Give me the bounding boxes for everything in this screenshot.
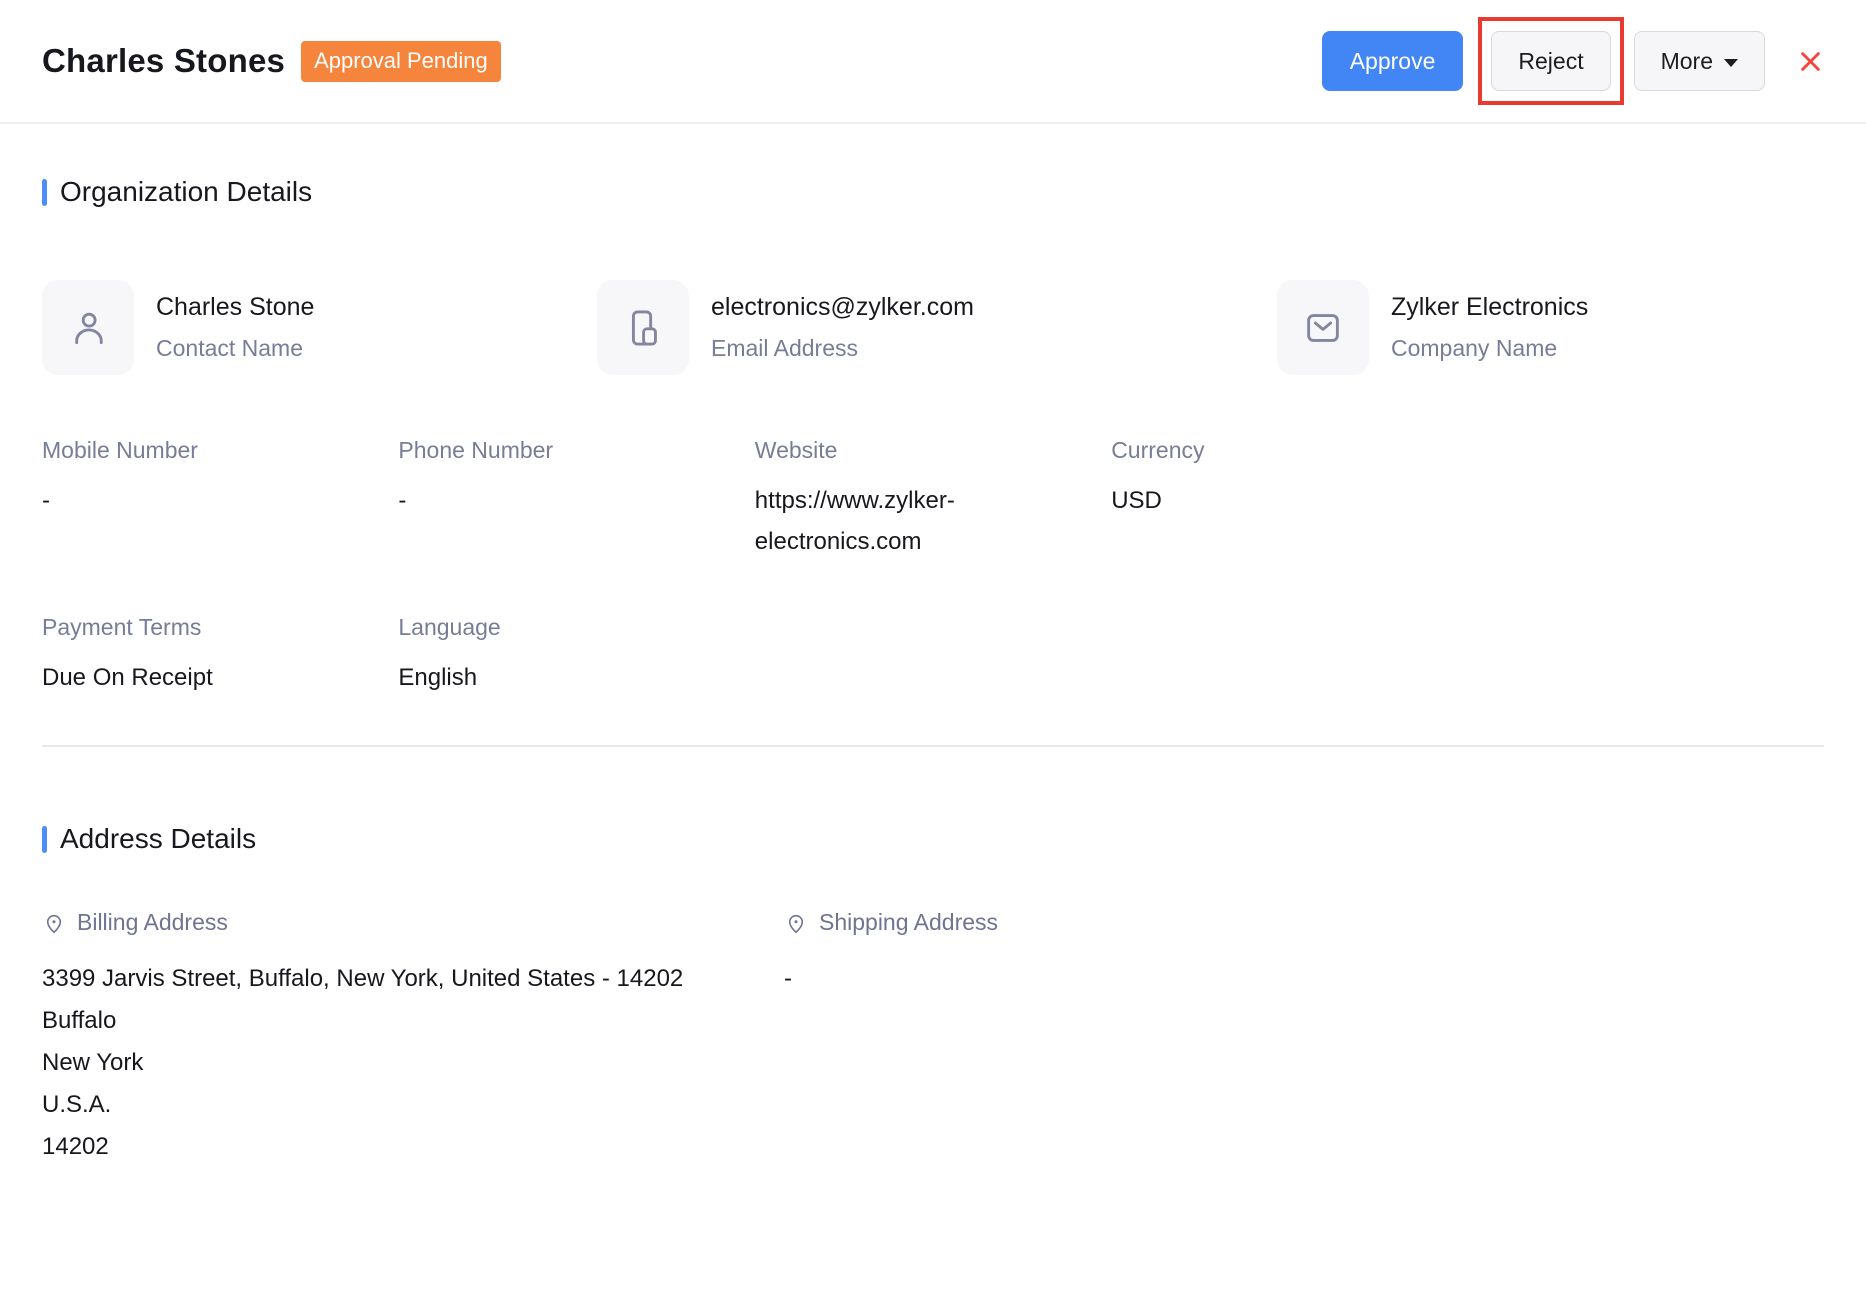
map-pin-icon — [42, 911, 66, 935]
billing-address-block: Billing Address 3399 Jarvis Street, Buff… — [42, 909, 784, 1168]
billing-address-line: 14202 — [42, 1126, 702, 1168]
billing-address-header: Billing Address — [42, 909, 784, 936]
billing-address-line: 3399 Jarvis Street, Buffalo, New York, U… — [42, 958, 702, 1000]
billing-address-label: Billing Address — [77, 909, 228, 936]
heading-accent-bar — [42, 179, 47, 206]
company-name-card: Zylker Electronics Company Name — [1277, 280, 1824, 375]
billing-address-line: U.S.A. — [42, 1084, 702, 1126]
mobile-number-value: - — [42, 480, 398, 521]
currency-value: USD — [1111, 480, 1467, 521]
phone-number-field: Phone Number - — [398, 437, 754, 562]
empty-field-cell — [1468, 437, 1824, 562]
heading-accent-bar — [42, 826, 47, 853]
language-value: English — [398, 657, 754, 698]
addresses-grid: Billing Address 3399 Jarvis Street, Buff… — [42, 909, 1824, 1168]
currency-field: Currency USD — [1111, 437, 1467, 562]
more-button[interactable]: More — [1634, 31, 1765, 91]
shipping-address-line: - — [784, 958, 1444, 1000]
status-badge: Approval Pending — [301, 41, 501, 82]
detail-header: Charles Stones Approval Pending Approve … — [0, 0, 1866, 124]
header-actions: Approve Reject More — [1322, 17, 1824, 105]
shipping-address-header: Shipping Address — [784, 909, 1824, 936]
currency-label: Currency — [1111, 437, 1467, 464]
reject-annotation-highlight: Reject — [1478, 17, 1623, 105]
company-name-texts: Zylker Electronics Company Name — [1391, 293, 1588, 362]
payment-terms-field: Payment Terms Due On Receipt — [42, 614, 398, 698]
more-button-label: More — [1661, 48, 1713, 75]
map-pin-icon — [784, 911, 808, 935]
close-icon — [1797, 48, 1824, 75]
billing-address-line: New York — [42, 1042, 702, 1084]
payment-terms-value: Due On Receipt — [42, 657, 398, 698]
website-field: Website https://www.zylker-electronics.c… — [755, 437, 1111, 562]
address-details-heading: Address Details — [42, 823, 1824, 855]
device-icon — [597, 280, 689, 375]
contact-detail-panel: Organization Details Charles Stone Conta… — [0, 176, 1866, 1168]
billing-address-line: Buffalo — [42, 1000, 702, 1042]
shipping-address-label: Shipping Address — [819, 909, 998, 936]
reject-button[interactable]: Reject — [1491, 31, 1610, 91]
contact-name-texts: Charles Stone Contact Name — [156, 293, 314, 362]
shipping-address-content: - — [784, 958, 1444, 1000]
phone-number-value: - — [398, 480, 754, 521]
organization-fields-row-2: Payment Terms Due On Receipt Language En… — [42, 614, 1824, 698]
mobile-number-label: Mobile Number — [42, 437, 398, 464]
company-name-value: Zylker Electronics — [1391, 293, 1588, 322]
address-details-title: Address Details — [60, 823, 256, 855]
shipping-address-block: Shipping Address - — [784, 909, 1824, 1168]
page-title: Charles Stones — [42, 42, 285, 80]
organization-details-heading: Organization Details — [42, 176, 1824, 208]
contact-name-card: Charles Stone Contact Name — [42, 280, 597, 375]
website-label: Website — [755, 437, 1111, 464]
language-label: Language — [398, 614, 754, 641]
language-field: Language English — [398, 614, 754, 698]
contact-name-label: Contact Name — [156, 335, 314, 362]
payment-terms-label: Payment Terms — [42, 614, 398, 641]
mobile-number-field: Mobile Number - — [42, 437, 398, 562]
contact-name-value: Charles Stone — [156, 293, 314, 322]
email-address-value: electronics@zylker.com — [711, 293, 974, 322]
email-address-card: electronics@zylker.com Email Address — [597, 280, 1277, 375]
email-address-label: Email Address — [711, 335, 974, 362]
billing-address-content: 3399 Jarvis Street, Buffalo, New York, U… — [42, 958, 702, 1168]
person-icon — [42, 280, 134, 375]
approve-button[interactable]: Approve — [1322, 31, 1464, 91]
company-name-label: Company Name — [1391, 335, 1588, 362]
organization-details-title: Organization Details — [60, 176, 312, 208]
organization-fields-row-1: Mobile Number - Phone Number - Website h… — [42, 437, 1824, 562]
website-value: https://www.zylker-electronics.com — [755, 480, 973, 562]
email-address-texts: electronics@zylker.com Email Address — [711, 293, 974, 362]
envelope-icon — [1277, 280, 1369, 375]
phone-number-label: Phone Number — [398, 437, 754, 464]
close-button[interactable] — [1797, 48, 1824, 75]
organization-summary-cards: Charles Stone Contact Name electronics@z… — [42, 280, 1824, 375]
section-divider — [42, 745, 1824, 747]
chevron-down-icon — [1724, 59, 1738, 67]
